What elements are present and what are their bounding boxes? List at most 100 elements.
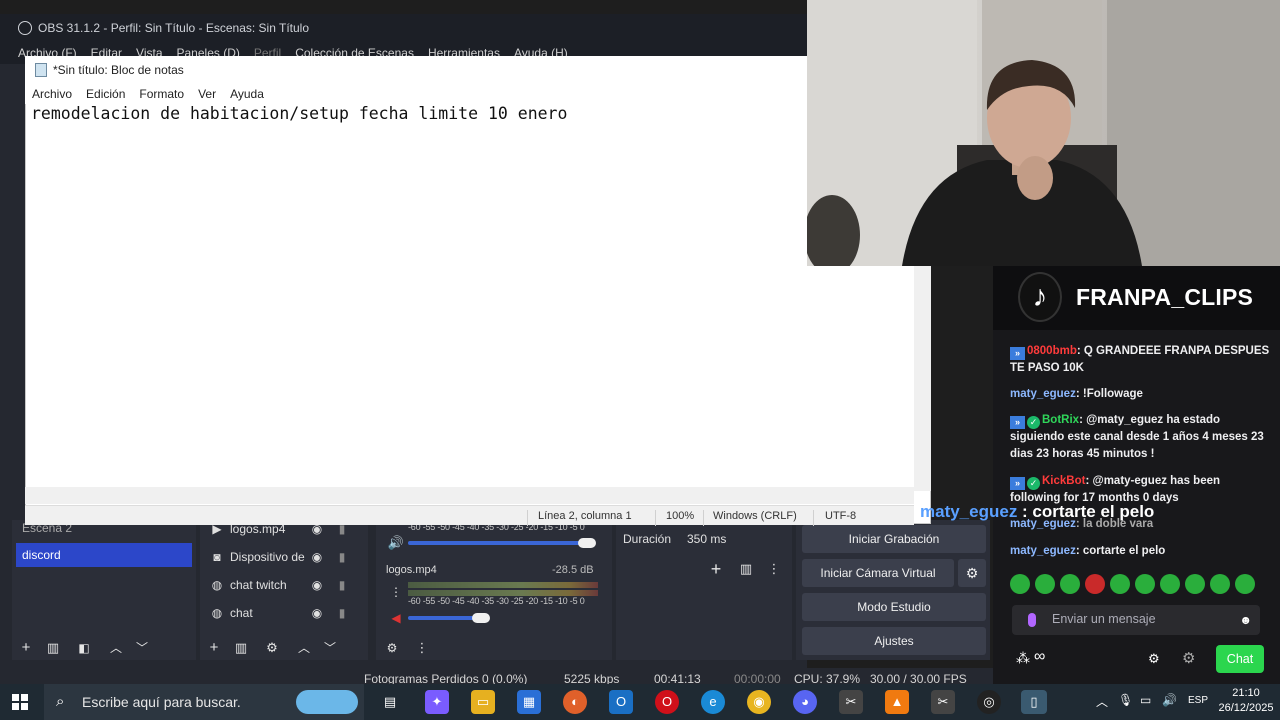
- mic-icon[interactable]: 🎙: [1118, 693, 1133, 707]
- audio-meter: [408, 582, 598, 588]
- chat-username[interactable]: KickBot: [1042, 475, 1085, 487]
- divider: [703, 510, 704, 526]
- chat-username[interactable]: maty_eguez: [1010, 388, 1076, 400]
- emote-icon[interactable]: [1235, 574, 1255, 594]
- emoji-icon[interactable]: ☻: [1239, 613, 1252, 627]
- chat-message: » 0800bmb: Q GRANDEEE FRANPA DESPUES TE P…: [1010, 343, 1272, 377]
- gear-icon[interactable]: ⚙: [262, 638, 282, 658]
- emote-icon[interactable]: [1035, 574, 1055, 594]
- eye-icon[interactable]: ◉: [310, 578, 324, 592]
- kebab-menu-icon[interactable]: ⋮: [412, 638, 432, 658]
- divider: [813, 510, 814, 526]
- discord-icon[interactable]: ◕: [793, 690, 817, 714]
- lock-icon[interactable]: ▮: [336, 550, 348, 564]
- emote-icon[interactable]: [1135, 574, 1155, 594]
- emote-icon[interactable]: [1010, 574, 1030, 594]
- horizontal-scrollbar[interactable]: [25, 487, 914, 504]
- chat-username[interactable]: 0800bmb: [1027, 345, 1077, 357]
- gear-icon[interactable]: ⚙: [1148, 651, 1160, 667]
- outlook-icon[interactable]: O: [609, 690, 633, 714]
- filter-icon[interactable]: ◧: [74, 638, 94, 658]
- capcut-icon[interactable]: ✂: [931, 690, 955, 714]
- chat-username[interactable]: maty_eguez: [1010, 545, 1076, 557]
- volume-knob[interactable]: [578, 538, 596, 548]
- taskbar-search[interactable]: ⌕ Escribe aquí para buscar.: [44, 684, 364, 720]
- language-indicator[interactable]: ESP: [1188, 695, 1208, 706]
- vertical-scrollbar[interactable]: [914, 266, 931, 491]
- notepad-window: [25, 56, 931, 524]
- source-row[interactable]: ◍ chat ◉ ▮: [210, 602, 360, 624]
- notepad-icon[interactable]: ▯: [1021, 690, 1047, 714]
- trash-icon[interactable]: ▥: [736, 559, 756, 579]
- mic-icon[interactable]: [1028, 613, 1036, 627]
- file-explorer-icon[interactable]: ▭: [471, 690, 495, 714]
- volume-slider[interactable]: [408, 541, 588, 545]
- notepad-text-area[interactable]: remodelacion de habitacion/setup fecha l…: [31, 104, 567, 123]
- chat-username[interactable]: BotRix: [1042, 414, 1079, 426]
- edge-icon[interactable]: e: [701, 690, 725, 714]
- notepad-menu-edicion[interactable]: Edición: [86, 87, 125, 101]
- mixer-settings-icon[interactable]: ⚙: [382, 638, 402, 658]
- vlc-icon[interactable]: ▲: [885, 690, 909, 714]
- firefox-icon[interactable]: ◐: [563, 690, 587, 714]
- notepad-menu-archivo[interactable]: Archivo: [32, 87, 72, 101]
- start-recording-button[interactable]: Iniciar Grabación: [802, 525, 986, 553]
- capcut-icon[interactable]: ✂: [839, 690, 863, 714]
- chat-send-button[interactable]: Chat: [1216, 645, 1264, 673]
- chevron-down-icon[interactable]: ﹀: [320, 638, 340, 658]
- duration-input[interactable]: 350 ms: [681, 526, 785, 552]
- notepad-menu-ver[interactable]: Ver: [198, 87, 216, 101]
- settings-cog-icon[interactable]: ⚙: [1182, 649, 1195, 667]
- windows-start-icon[interactable]: [12, 694, 28, 710]
- emote-icon[interactable]: [1060, 574, 1080, 594]
- volume-knob[interactable]: [472, 613, 490, 623]
- copilot-icon[interactable]: ✦: [425, 690, 449, 714]
- source-row[interactable]: ◍ chat twitch ◉ ▮: [210, 574, 360, 596]
- chat-message-input[interactable]: Enviar un mensaje ☻: [1012, 605, 1260, 635]
- task-view-icon[interactable]: ▤: [378, 690, 402, 714]
- webcam-feed: [807, 0, 1280, 266]
- eye-icon[interactable]: ◉: [310, 606, 324, 620]
- emote-icon[interactable]: [1210, 574, 1230, 594]
- lock-icon[interactable]: ▮: [336, 606, 348, 620]
- lock-icon[interactable]: ▮: [336, 578, 348, 592]
- notepad-menu-formato[interactable]: Formato: [139, 87, 184, 101]
- obs-icon[interactable]: ◎: [977, 690, 1001, 714]
- clock-time: 21:10: [1232, 687, 1260, 699]
- chevron-down-icon[interactable]: ﹀: [132, 638, 152, 658]
- source-row[interactable]: ◙ Dispositivo de ◉ ▮: [210, 546, 360, 568]
- volume-icon[interactable]: 🔊: [1162, 693, 1177, 707]
- chrome-icon[interactable]: ◉: [747, 690, 771, 714]
- chevron-up-icon[interactable]: ︿: [294, 638, 314, 658]
- gear-icon[interactable]: ⚙: [958, 559, 986, 587]
- store-icon[interactable]: ▦: [517, 690, 541, 714]
- speaker-icon[interactable]: 🔊: [386, 533, 406, 553]
- badge-icon: »: [1010, 347, 1025, 360]
- badge-icon: »: [1010, 416, 1025, 429]
- kebab-menu-icon[interactable]: ⋮: [764, 559, 784, 579]
- points-icon[interactable]: ⁂: [1016, 650, 1030, 667]
- network-icon[interactable]: ▭: [1140, 693, 1151, 707]
- scene-item-selected[interactable]: discord: [16, 543, 192, 567]
- chat-message: maty_eguez: cortarte el pelo: [1010, 543, 1272, 560]
- eye-icon[interactable]: ◉: [310, 550, 324, 564]
- start-virtual-camera-button[interactable]: Iniciar Cámara Virtual: [802, 559, 954, 587]
- settings-button[interactable]: Ajustes: [802, 627, 986, 655]
- trash-icon[interactable]: ▥: [231, 638, 251, 658]
- add-transition-icon[interactable]: +: [706, 559, 726, 579]
- notepad-menu-ayuda[interactable]: Ayuda: [230, 87, 264, 101]
- chevron-up-icon[interactable]: ︿: [106, 638, 126, 658]
- opera-icon[interactable]: O: [655, 690, 679, 714]
- add-source-icon[interactable]: +: [204, 638, 224, 658]
- taskbar-clock[interactable]: 21:10 26/12/2025: [1216, 686, 1276, 716]
- emote-icon[interactable]: [1110, 574, 1130, 594]
- kebab-menu-icon[interactable]: ⋮: [386, 582, 406, 602]
- speaker-muted-icon[interactable]: ◀: [386, 608, 406, 628]
- emote-icon[interactable]: [1185, 574, 1205, 594]
- trash-icon[interactable]: ▥: [43, 638, 63, 658]
- studio-mode-button[interactable]: Modo Estudio: [802, 593, 986, 621]
- emote-icon[interactable]: [1085, 574, 1105, 594]
- chevron-up-icon[interactable]: ︿: [1096, 693, 1108, 710]
- add-scene-icon[interactable]: +: [16, 638, 36, 658]
- emote-icon[interactable]: [1160, 574, 1180, 594]
